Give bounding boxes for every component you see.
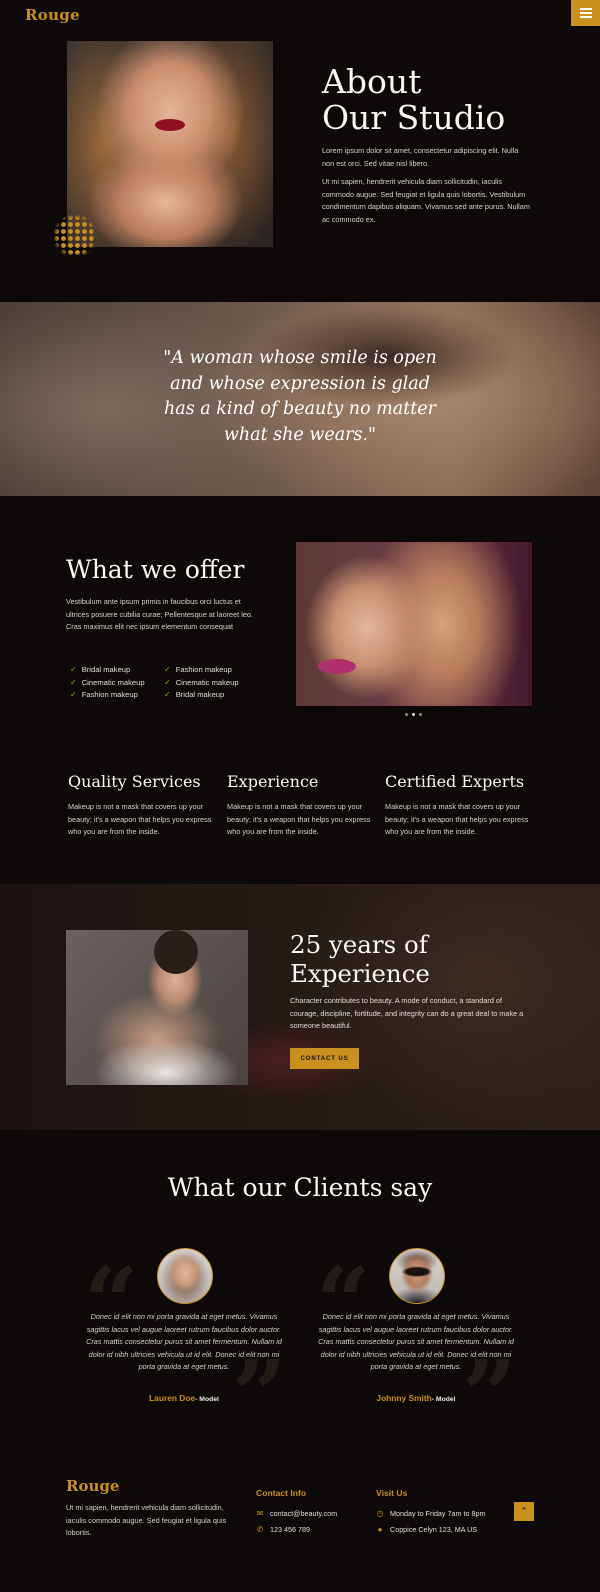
decorative-dots — [53, 214, 97, 258]
feature-text: Makeup is not a mask that covers up your… — [385, 802, 529, 836]
testimonial-author: Lauren Doe- Model — [149, 1393, 219, 1403]
testimonial-text: Donec id elit non mi porta gravida at eg… — [86, 1312, 282, 1372]
list-item: ✓ Fashion makeup — [70, 689, 145, 702]
carousel-dot[interactable] — [419, 713, 422, 716]
footer-hours: ◷ Monday to Friday 7am to 8pm — [376, 1509, 486, 1518]
back-to-top-button[interactable]: ⌃ — [514, 1502, 534, 1521]
offer-carousel-image — [296, 542, 532, 706]
experience-title: 25 years of Experience — [290, 930, 430, 988]
avatar-johnny-smith — [389, 1248, 445, 1304]
about-portrait-image — [67, 41, 273, 247]
feature-title: Quality Services — [68, 772, 201, 791]
feature-text: Makeup is not a mask that covers up your… — [68, 802, 212, 836]
testimonial-text: Donec id elit non mi porta gravida at eg… — [318, 1312, 514, 1372]
about-title: About Our Studio — [322, 62, 506, 137]
site-logo[interactable]: Rouge — [25, 6, 80, 24]
visit-us-heading: Visit Us — [376, 1488, 408, 1498]
footer-email[interactable]: ✉ contact@beauty.com — [256, 1509, 337, 1518]
list-item: ✓ Cinematic makeup — [164, 677, 239, 690]
about-paragraph-2: Ut mi sapien, hendrerit vehicula diam so… — [322, 177, 530, 224]
clients-title: What our Clients say — [167, 1173, 433, 1202]
check-icon: ✓ — [164, 677, 171, 687]
list-item: ✓ Fashion makeup — [164, 664, 239, 677]
clock-icon: ◷ — [376, 1509, 384, 1518]
footer-phone[interactable]: ✆ 123 456 789 — [256, 1525, 310, 1534]
check-icon: ✓ — [70, 665, 77, 674]
phone-icon: ✆ — [256, 1525, 264, 1534]
list-item: ✓ Cinematic makeup — [70, 677, 145, 690]
feature-experience: Experience Makeup is not a mask that cov… — [227, 772, 377, 839]
featured-quote: "A woman whose smile is open and whose e… — [163, 348, 437, 445]
footer-address: ● Coppice Celyn 123, MA US — [377, 1525, 478, 1534]
footer-description: Ut mi sapien, hendrerit vehicula diam so… — [66, 1503, 227, 1537]
testimonial-author: Johnny Smith- Model — [376, 1393, 456, 1403]
check-icon: ✓ — [70, 677, 77, 687]
feature-text: Makeup is not a mask that covers up your… — [227, 802, 371, 836]
feature-title: Experience — [227, 772, 319, 791]
map-pin-icon: ● — [377, 1525, 383, 1534]
offer-title: What we offer — [66, 555, 245, 584]
check-icon: ✓ — [70, 690, 77, 700]
hamburger-menu-button[interactable] — [571, 0, 600, 26]
carousel-dot-active[interactable] — [412, 713, 415, 716]
feature-quality-services: Quality Services Makeup is not a mask th… — [68, 772, 218, 839]
feature-title: Certified Experts — [385, 772, 525, 791]
offer-list-left: ✓ Bridal makeup ✓ Cinematic makeup ✓ Fashio… — [70, 664, 145, 702]
contact-info-heading: Contact Info — [256, 1488, 307, 1498]
avatar-lauren-doe — [157, 1248, 213, 1304]
footer-logo[interactable]: Rouge — [66, 1477, 119, 1495]
about-paragraph-1: Lorem ipsum dolor sit amet, consectetur … — [322, 146, 519, 168]
check-icon: ✓ — [164, 690, 171, 700]
carousel-dots — [405, 713, 422, 716]
contact-us-button[interactable]: CONTACT US — [290, 1048, 359, 1069]
experience-portrait-image — [66, 930, 248, 1085]
offer-list-right: ✓ Fashion makeup ✓ Cinematic makeup ✓ Brida… — [164, 664, 239, 702]
experience-description: Character contributes to beauty. A mode … — [290, 996, 524, 1030]
check-icon: ✓ — [164, 665, 171, 674]
hamburger-icon — [579, 8, 592, 10]
carousel-dot[interactable] — [405, 713, 408, 716]
list-item: ✓ Bridal makeup — [70, 664, 145, 677]
offer-description: Vestibulum ante ipsum primis in faucibus… — [66, 597, 253, 631]
chevron-up-icon: ⌃ — [520, 1506, 528, 1516]
feature-certified-experts: Certified Experts Makeup is not a mask t… — [385, 772, 535, 839]
list-item: ✓ Bridal makeup — [164, 689, 239, 702]
envelope-icon: ✉ — [256, 1509, 264, 1518]
